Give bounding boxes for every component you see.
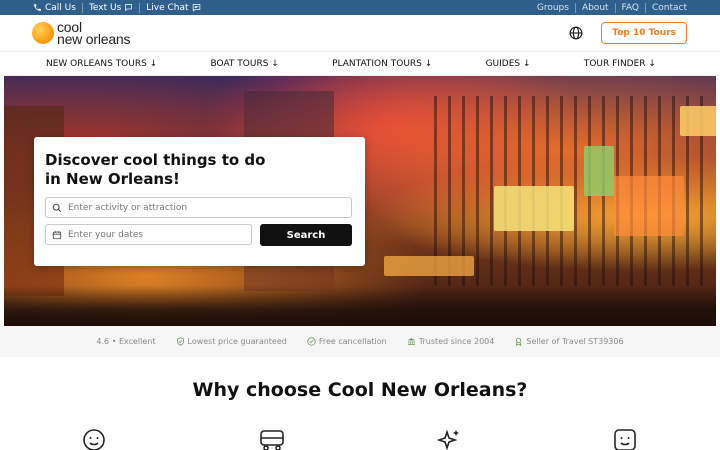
about-link[interactable]: About bbox=[574, 2, 615, 13]
contact-links: Call Us Text Us Live Chat bbox=[33, 2, 207, 13]
why-title: Why choose Cool New Orleans? bbox=[192, 379, 528, 401]
top-utility-bar: Call Us Text Us Live Chat Groups About F… bbox=[0, 0, 720, 15]
nav-boat-tours[interactable]: BOAT TOURS ↓ bbox=[211, 59, 279, 69]
live-chat-label: Live Chat bbox=[146, 2, 189, 13]
rating-badge: 4.6 • Excellent bbox=[96, 337, 155, 346]
phone-icon bbox=[34, 4, 41, 11]
nav-new-orleans-tours[interactable]: NEW ORLEANS TOURS ↓ bbox=[46, 59, 157, 69]
message-bubble-icon bbox=[125, 4, 133, 12]
bus-icon bbox=[259, 430, 284, 450]
calendar-icon bbox=[52, 230, 62, 239]
dates-field[interactable]: Enter your dates bbox=[45, 224, 252, 245]
hero-neon-sign-5 bbox=[384, 256, 474, 276]
free-cancellation-text: Free cancellation bbox=[318, 337, 387, 346]
text-us-link[interactable]: Text Us bbox=[81, 2, 139, 13]
happy-face-icon bbox=[614, 429, 636, 450]
smile-icon bbox=[83, 429, 105, 450]
text-us-label: Text Us bbox=[88, 2, 122, 13]
site-logo[interactable]: cool new orleans bbox=[32, 20, 131, 47]
main-nav: NEW ORLEANS TOURS ↓ BOAT TOURS ↓ PLANTAT… bbox=[0, 52, 720, 76]
dates-row: Enter your dates Search bbox=[45, 224, 353, 246]
logo-text: cool new orleans bbox=[57, 20, 131, 47]
why-section: Why choose Cool New Orleans? bbox=[0, 357, 720, 450]
trusted-since-badge: Trusted since 2004 bbox=[407, 337, 495, 346]
hero-neon-sign-4 bbox=[680, 106, 716, 136]
logo-line-2: new orleans bbox=[57, 31, 131, 47]
nav-guides[interactable]: GUIDES ↓ bbox=[486, 59, 531, 69]
free-cancellation-badge: Free cancellation bbox=[307, 337, 387, 346]
trusted-since-text: Trusted since 2004 bbox=[418, 337, 495, 346]
hero-heading: Discover cool things to do in New Orlean… bbox=[45, 151, 285, 189]
contact-link[interactable]: Contact bbox=[644, 2, 687, 13]
sparkle-icon bbox=[437, 429, 460, 450]
live-chat-link[interactable]: Live Chat bbox=[139, 2, 206, 13]
header-actions: Top 10 Tours bbox=[569, 22, 687, 44]
nav-plantation-tours[interactable]: PLANTATION TOURS ↓ bbox=[332, 59, 432, 69]
bank-icon bbox=[407, 338, 415, 345]
search-button[interactable]: Search bbox=[260, 224, 352, 246]
dates-placeholder: Enter your dates bbox=[68, 229, 144, 240]
site-header: cool new orleans Top 10 Tours bbox=[0, 15, 720, 52]
call-us-link[interactable]: Call Us bbox=[33, 3, 82, 13]
hero-banner: Discover cool things to do in New Orlean… bbox=[4, 76, 716, 326]
search-icon bbox=[52, 203, 62, 212]
rating-text: 4.6 • Excellent bbox=[96, 337, 156, 346]
hero-heading-line-1: Discover cool things to do bbox=[45, 151, 266, 169]
check-circle-icon bbox=[307, 337, 316, 346]
hero-neon-sign-2 bbox=[584, 146, 614, 196]
globe-icon[interactable] bbox=[569, 26, 583, 40]
seller-of-travel-text: Seller of Travel ST39306 bbox=[526, 337, 624, 346]
lowest-price-badge: Lowest price guaranteed bbox=[176, 337, 287, 346]
nav-tour-finder[interactable]: TOUR FINDER ↓ bbox=[584, 59, 656, 69]
faq-link[interactable]: FAQ bbox=[614, 2, 645, 13]
seller-of-travel-badge: Seller of Travel ST39306 bbox=[514, 337, 624, 346]
why-icons-row bbox=[0, 428, 720, 450]
utility-links: Groups About FAQ Contact bbox=[537, 2, 687, 13]
award-icon bbox=[516, 337, 522, 346]
logo-sun-icon bbox=[32, 22, 54, 44]
hero-neon-sign-1 bbox=[494, 186, 574, 231]
hero-crowd bbox=[4, 286, 716, 326]
lowest-price-text: Lowest price guaranteed bbox=[187, 337, 287, 346]
top-10-tours-button[interactable]: Top 10 Tours bbox=[601, 22, 687, 44]
trust-bar: 4.6 • Excellent Lowest price guaranteed … bbox=[0, 326, 720, 357]
call-us-label: Call Us bbox=[45, 2, 76, 13]
hero-neon-sign-3 bbox=[614, 176, 684, 236]
search-card: Discover cool things to do in New Orlean… bbox=[34, 137, 365, 266]
activity-search-field[interactable]: Enter activity or attraction bbox=[45, 197, 352, 218]
chat-icon bbox=[192, 4, 200, 12]
groups-link[interactable]: Groups bbox=[537, 3, 575, 13]
hero-heading-line-2: in New Orleans! bbox=[45, 170, 180, 188]
activity-search-placeholder: Enter activity or attraction bbox=[68, 202, 188, 213]
shield-check-icon bbox=[176, 337, 184, 346]
